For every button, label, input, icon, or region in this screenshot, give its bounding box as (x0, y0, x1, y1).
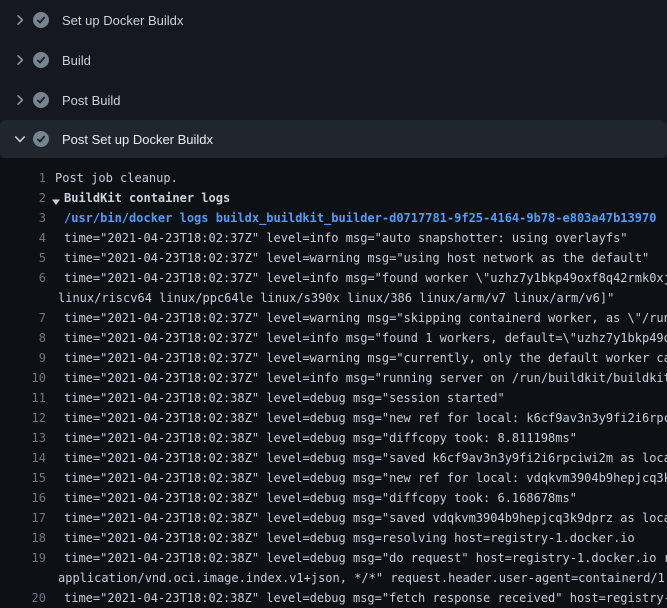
log-line-number[interactable]: 11 (0, 388, 46, 408)
log-line: 3/usr/bin/docker logs buildx_buildkit_bu… (0, 208, 667, 228)
log-container: 1 Post job cleanup. 2 BuildKit container lo… (0, 158, 667, 608)
chevron-right-icon[interactable] (12, 92, 28, 108)
log-line: 14 time="2021-04-23T18:02:38Z" level=debu… (0, 448, 667, 468)
log-line: 8 time="2021-04-23T18:02:37Z" level=info … (0, 328, 667, 348)
log-line-number[interactable]: 16 (0, 488, 46, 508)
log-text: time="2021-04-23T18:02:37Z" level=warnin… (64, 248, 649, 268)
log-line-continuation: application/vnd.oci.image.index.v1+json,… (0, 568, 667, 588)
log-line: 18 time="2021-04-23T18:02:38Z" level=debu… (0, 528, 667, 548)
check-circle-icon (33, 52, 49, 68)
log-line-number[interactable]: 17 (0, 508, 46, 528)
log-line-number[interactable]: 8 (0, 328, 46, 348)
log-line-number[interactable]: 2 (0, 188, 46, 208)
log-line: 19 time="2021-04-23T18:02:38Z" level=debu… (0, 548, 667, 568)
log-group-toggle-label[interactable]: BuildKit container logs (64, 188, 230, 208)
workflow-steps-list: Set up Docker Buildx Build Post Build Post … (0, 0, 667, 158)
log-line-number[interactable]: 4 (0, 228, 46, 248)
log-text: time="2021-04-23T18:02:38Z" level=debug … (64, 508, 667, 528)
log-line-continuation: linux/riscv64 linux/ppc64le linux/s390x … (0, 288, 667, 308)
log-line: 2 BuildKit container logs (0, 188, 667, 208)
log-line: 5 time="2021-04-23T18:02:37Z" level=warni… (0, 248, 667, 268)
log-text: time="2021-04-23T18:02:37Z" level=info m… (64, 228, 628, 248)
step-row-build[interactable]: Build (0, 40, 667, 80)
log-line: 15 time="2021-04-23T18:02:38Z" level=debu… (0, 468, 667, 488)
log-line: 10 time="2021-04-23T18:02:37Z" level=info… (0, 368, 667, 388)
log-line-number[interactable]: 5 (0, 248, 46, 268)
log-text: time="2021-04-23T18:02:37Z" level=warnin… (64, 308, 667, 328)
log-text: time="2021-04-23T18:02:38Z" level=debug … (64, 488, 577, 508)
log-text: time="2021-04-23T18:02:38Z" level=debug … (64, 408, 667, 428)
log-line: 20 time="2021-04-23T18:02:38Z" level=debu… (0, 588, 667, 608)
check-circle-icon (33, 12, 49, 28)
log-line-number[interactable]: 1 (0, 168, 46, 188)
log-line-number[interactable]: 14 (0, 448, 46, 468)
step-title: Build (62, 53, 91, 68)
log-line: 12 time="2021-04-23T18:02:38Z" level=debu… (0, 408, 667, 428)
log-text: application/vnd.oci.image.index.v1+json,… (58, 568, 667, 588)
log-text: time="2021-04-23T18:02:38Z" level=debug … (64, 388, 505, 408)
log-line: 13 time="2021-04-23T18:02:38Z" level=debu… (0, 428, 667, 448)
log-line-number[interactable]: 9 (0, 348, 46, 368)
log-text: time="2021-04-23T18:02:38Z" level=debug … (64, 548, 667, 568)
log-line: 6 time="2021-04-23T18:02:37Z" level=info … (0, 268, 667, 288)
log-line-number[interactable]: 6 (0, 268, 46, 288)
chevron-right-icon[interactable] (12, 52, 28, 68)
chevron-down-icon[interactable] (12, 131, 28, 147)
log-line-number[interactable]: 15 (0, 468, 46, 488)
step-title: Post Build (62, 93, 121, 108)
log-line-number[interactable]: 13 (0, 428, 46, 448)
log-text: time="2021-04-23T18:02:37Z" level=info m… (64, 268, 667, 288)
log-text: time="2021-04-23T18:02:38Z" level=debug … (64, 528, 635, 548)
check-circle-icon (33, 92, 49, 108)
log-line-number[interactable]: 7 (0, 308, 46, 328)
log-text: time="2021-04-23T18:02:38Z" level=debug … (64, 428, 577, 448)
log-line-number[interactable]: 12 (0, 408, 46, 428)
log-line: 1 Post job cleanup. (0, 168, 667, 188)
check-circle-icon (33, 131, 49, 147)
triangle-down-icon[interactable] (51, 193, 61, 203)
step-row-post-build[interactable]: Post Build (0, 80, 667, 120)
log-text: time="2021-04-23T18:02:37Z" level=warnin… (64, 348, 667, 368)
log-line-number[interactable]: 3 (0, 208, 46, 228)
log-line-number[interactable]: 18 (0, 528, 46, 548)
log-line: 7 time="2021-04-23T18:02:37Z" level=warni… (0, 308, 667, 328)
log-line-number[interactable]: 20 (0, 588, 46, 608)
step-row-post-set-up-docker-buildx[interactable]: Post Set up Docker Buildx (0, 120, 667, 158)
log-text: Post job cleanup. (55, 168, 178, 188)
chevron-right-icon[interactable] (12, 12, 28, 28)
log-text: linux/riscv64 linux/ppc64le linux/s390x … (58, 288, 614, 308)
step-title: Set up Docker Buildx (62, 13, 183, 28)
log-text: time="2021-04-23T18:02:37Z" level=info m… (64, 328, 667, 348)
log-text: time="2021-04-23T18:02:38Z" level=debug … (64, 448, 667, 468)
log-text: time="2021-04-23T18:02:37Z" level=info m… (64, 368, 667, 388)
log-line: 4 time="2021-04-23T18:02:37Z" level=info … (0, 228, 667, 248)
log-line-number[interactable]: 10 (0, 368, 46, 388)
log-text: time="2021-04-23T18:02:38Z" level=debug … (64, 588, 667, 608)
log-line: 11 time="2021-04-23T18:02:38Z" level=debu… (0, 388, 667, 408)
step-title: Post Set up Docker Buildx (62, 132, 213, 147)
log-line: 17 time="2021-04-23T18:02:38Z" level=debu… (0, 508, 667, 528)
step-row-set-up-docker-buildx[interactable]: Set up Docker Buildx (0, 0, 667, 40)
log-text: time="2021-04-23T18:02:38Z" level=debug … (64, 468, 667, 488)
log-command-text: /usr/bin/docker logs buildx_buildkit_bui… (64, 208, 656, 228)
log-line: 16 time="2021-04-23T18:02:38Z" level=debu… (0, 488, 667, 508)
log-line-number[interactable]: 19 (0, 548, 46, 568)
log-line: 9 time="2021-04-23T18:02:37Z" level=warni… (0, 348, 667, 368)
